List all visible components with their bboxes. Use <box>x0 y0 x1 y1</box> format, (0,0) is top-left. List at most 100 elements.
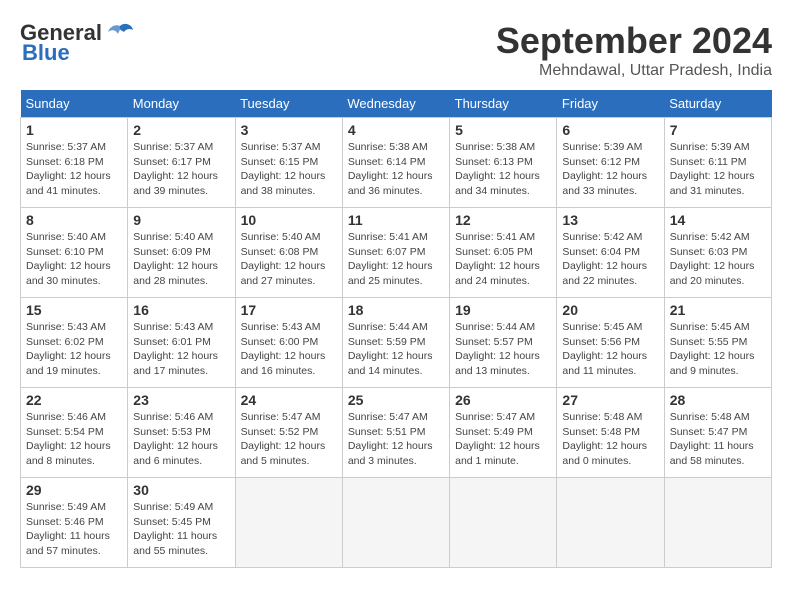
day-info: Sunrise: 5:47 AMSunset: 5:51 PMDaylight:… <box>348 411 433 467</box>
title-section: September 2024 Mehndawal, Uttar Pradesh,… <box>496 20 772 80</box>
day-number: 4 <box>348 122 444 138</box>
day-info: Sunrise: 5:38 AMSunset: 6:14 PMDaylight:… <box>348 141 433 197</box>
day-number: 19 <box>455 302 551 318</box>
day-info: Sunrise: 5:42 AMSunset: 6:04 PMDaylight:… <box>562 231 647 287</box>
day-info: Sunrise: 5:47 AMSunset: 5:52 PMDaylight:… <box>241 411 326 467</box>
day-info: Sunrise: 5:49 AMSunset: 5:46 PMDaylight:… <box>26 501 110 557</box>
day-number: 10 <box>241 212 337 228</box>
day-info: Sunrise: 5:47 AMSunset: 5:49 PMDaylight:… <box>455 411 540 467</box>
calendar-cell: 4 Sunrise: 5:38 AMSunset: 6:14 PMDayligh… <box>342 118 449 208</box>
month-title: September 2024 <box>496 20 772 62</box>
day-info: Sunrise: 5:40 AMSunset: 6:10 PMDaylight:… <box>26 231 111 287</box>
day-info: Sunrise: 5:46 AMSunset: 5:53 PMDaylight:… <box>133 411 218 467</box>
calendar-cell <box>557 478 664 568</box>
day-number: 22 <box>26 392 122 408</box>
calendar-cell <box>235 478 342 568</box>
day-number: 3 <box>241 122 337 138</box>
calendar-cell: 13 Sunrise: 5:42 AMSunset: 6:04 PMDaylig… <box>557 208 664 298</box>
calendar-cell: 3 Sunrise: 5:37 AMSunset: 6:15 PMDayligh… <box>235 118 342 208</box>
day-info: Sunrise: 5:37 AMSunset: 6:18 PMDaylight:… <box>26 141 111 197</box>
calendar-cell: 21 Sunrise: 5:45 AMSunset: 5:55 PMDaylig… <box>664 298 771 388</box>
week-row-4: 22 Sunrise: 5:46 AMSunset: 5:54 PMDaylig… <box>21 388 772 478</box>
calendar-cell: 27 Sunrise: 5:48 AMSunset: 5:48 PMDaylig… <box>557 388 664 478</box>
day-info: Sunrise: 5:46 AMSunset: 5:54 PMDaylight:… <box>26 411 111 467</box>
day-number: 8 <box>26 212 122 228</box>
day-number: 11 <box>348 212 444 228</box>
day-info: Sunrise: 5:44 AMSunset: 5:59 PMDaylight:… <box>348 321 433 377</box>
calendar-cell <box>342 478 449 568</box>
week-row-1: 1 Sunrise: 5:37 AMSunset: 6:18 PMDayligh… <box>21 118 772 208</box>
calendar-cell: 29 Sunrise: 5:49 AMSunset: 5:46 PMDaylig… <box>21 478 128 568</box>
day-number: 30 <box>133 482 229 498</box>
calendar-cell: 6 Sunrise: 5:39 AMSunset: 6:12 PMDayligh… <box>557 118 664 208</box>
day-number: 18 <box>348 302 444 318</box>
page-header: General Blue September 2024 Mehndawal, U… <box>20 20 772 80</box>
day-header-saturday: Saturday <box>664 90 771 118</box>
logo-blue: Blue <box>20 40 70 66</box>
week-row-2: 8 Sunrise: 5:40 AMSunset: 6:10 PMDayligh… <box>21 208 772 298</box>
day-number: 13 <box>562 212 658 228</box>
day-number: 16 <box>133 302 229 318</box>
day-number: 2 <box>133 122 229 138</box>
calendar-cell: 26 Sunrise: 5:47 AMSunset: 5:49 PMDaylig… <box>450 388 557 478</box>
day-info: Sunrise: 5:48 AMSunset: 5:47 PMDaylight:… <box>670 411 754 467</box>
logo-bird-icon <box>106 22 134 44</box>
calendar-cell: 14 Sunrise: 5:42 AMSunset: 6:03 PMDaylig… <box>664 208 771 298</box>
day-info: Sunrise: 5:45 AMSunset: 5:55 PMDaylight:… <box>670 321 755 377</box>
calendar-cell: 30 Sunrise: 5:49 AMSunset: 5:45 PMDaylig… <box>128 478 235 568</box>
week-row-3: 15 Sunrise: 5:43 AMSunset: 6:02 PMDaylig… <box>21 298 772 388</box>
calendar-cell: 1 Sunrise: 5:37 AMSunset: 6:18 PMDayligh… <box>21 118 128 208</box>
day-info: Sunrise: 5:45 AMSunset: 5:56 PMDaylight:… <box>562 321 647 377</box>
day-info: Sunrise: 5:39 AMSunset: 6:12 PMDaylight:… <box>562 141 647 197</box>
day-number: 21 <box>670 302 766 318</box>
days-header-row: SundayMondayTuesdayWednesdayThursdayFrid… <box>21 90 772 118</box>
day-number: 17 <box>241 302 337 318</box>
day-number: 7 <box>670 122 766 138</box>
day-number: 5 <box>455 122 551 138</box>
calendar-cell: 7 Sunrise: 5:39 AMSunset: 6:11 PMDayligh… <box>664 118 771 208</box>
day-number: 6 <box>562 122 658 138</box>
calendar-cell: 5 Sunrise: 5:38 AMSunset: 6:13 PMDayligh… <box>450 118 557 208</box>
day-info: Sunrise: 5:44 AMSunset: 5:57 PMDaylight:… <box>455 321 540 377</box>
calendar-cell: 16 Sunrise: 5:43 AMSunset: 6:01 PMDaylig… <box>128 298 235 388</box>
day-header-tuesday: Tuesday <box>235 90 342 118</box>
calendar-cell: 19 Sunrise: 5:44 AMSunset: 5:57 PMDaylig… <box>450 298 557 388</box>
calendar-cell <box>664 478 771 568</box>
calendar-cell: 22 Sunrise: 5:46 AMSunset: 5:54 PMDaylig… <box>21 388 128 478</box>
calendar-cell: 10 Sunrise: 5:40 AMSunset: 6:08 PMDaylig… <box>235 208 342 298</box>
day-info: Sunrise: 5:43 AMSunset: 6:01 PMDaylight:… <box>133 321 218 377</box>
day-number: 9 <box>133 212 229 228</box>
day-info: Sunrise: 5:49 AMSunset: 5:45 PMDaylight:… <box>133 501 217 557</box>
day-info: Sunrise: 5:43 AMSunset: 6:00 PMDaylight:… <box>241 321 326 377</box>
calendar-cell: 15 Sunrise: 5:43 AMSunset: 6:02 PMDaylig… <box>21 298 128 388</box>
calendar-cell: 23 Sunrise: 5:46 AMSunset: 5:53 PMDaylig… <box>128 388 235 478</box>
day-info: Sunrise: 5:37 AMSunset: 6:15 PMDaylight:… <box>241 141 326 197</box>
day-number: 25 <box>348 392 444 408</box>
week-row-5: 29 Sunrise: 5:49 AMSunset: 5:46 PMDaylig… <box>21 478 772 568</box>
day-info: Sunrise: 5:38 AMSunset: 6:13 PMDaylight:… <box>455 141 540 197</box>
calendar-cell: 17 Sunrise: 5:43 AMSunset: 6:00 PMDaylig… <box>235 298 342 388</box>
day-info: Sunrise: 5:42 AMSunset: 6:03 PMDaylight:… <box>670 231 755 287</box>
calendar-cell: 25 Sunrise: 5:47 AMSunset: 5:51 PMDaylig… <box>342 388 449 478</box>
day-info: Sunrise: 5:37 AMSunset: 6:17 PMDaylight:… <box>133 141 218 197</box>
day-header-sunday: Sunday <box>21 90 128 118</box>
day-number: 12 <box>455 212 551 228</box>
calendar-cell: 9 Sunrise: 5:40 AMSunset: 6:09 PMDayligh… <box>128 208 235 298</box>
day-number: 20 <box>562 302 658 318</box>
calendar-cell: 28 Sunrise: 5:48 AMSunset: 5:47 PMDaylig… <box>664 388 771 478</box>
day-number: 23 <box>133 392 229 408</box>
calendar-table: SundayMondayTuesdayWednesdayThursdayFrid… <box>20 90 772 568</box>
calendar-cell: 20 Sunrise: 5:45 AMSunset: 5:56 PMDaylig… <box>557 298 664 388</box>
day-number: 26 <box>455 392 551 408</box>
day-header-monday: Monday <box>128 90 235 118</box>
day-number: 29 <box>26 482 122 498</box>
day-header-wednesday: Wednesday <box>342 90 449 118</box>
calendar-cell: 18 Sunrise: 5:44 AMSunset: 5:59 PMDaylig… <box>342 298 449 388</box>
calendar-cell: 2 Sunrise: 5:37 AMSunset: 6:17 PMDayligh… <box>128 118 235 208</box>
day-header-friday: Friday <box>557 90 664 118</box>
calendar-cell: 8 Sunrise: 5:40 AMSunset: 6:10 PMDayligh… <box>21 208 128 298</box>
calendar-cell: 12 Sunrise: 5:41 AMSunset: 6:05 PMDaylig… <box>450 208 557 298</box>
day-number: 24 <box>241 392 337 408</box>
day-info: Sunrise: 5:41 AMSunset: 6:05 PMDaylight:… <box>455 231 540 287</box>
day-info: Sunrise: 5:40 AMSunset: 6:08 PMDaylight:… <box>241 231 326 287</box>
